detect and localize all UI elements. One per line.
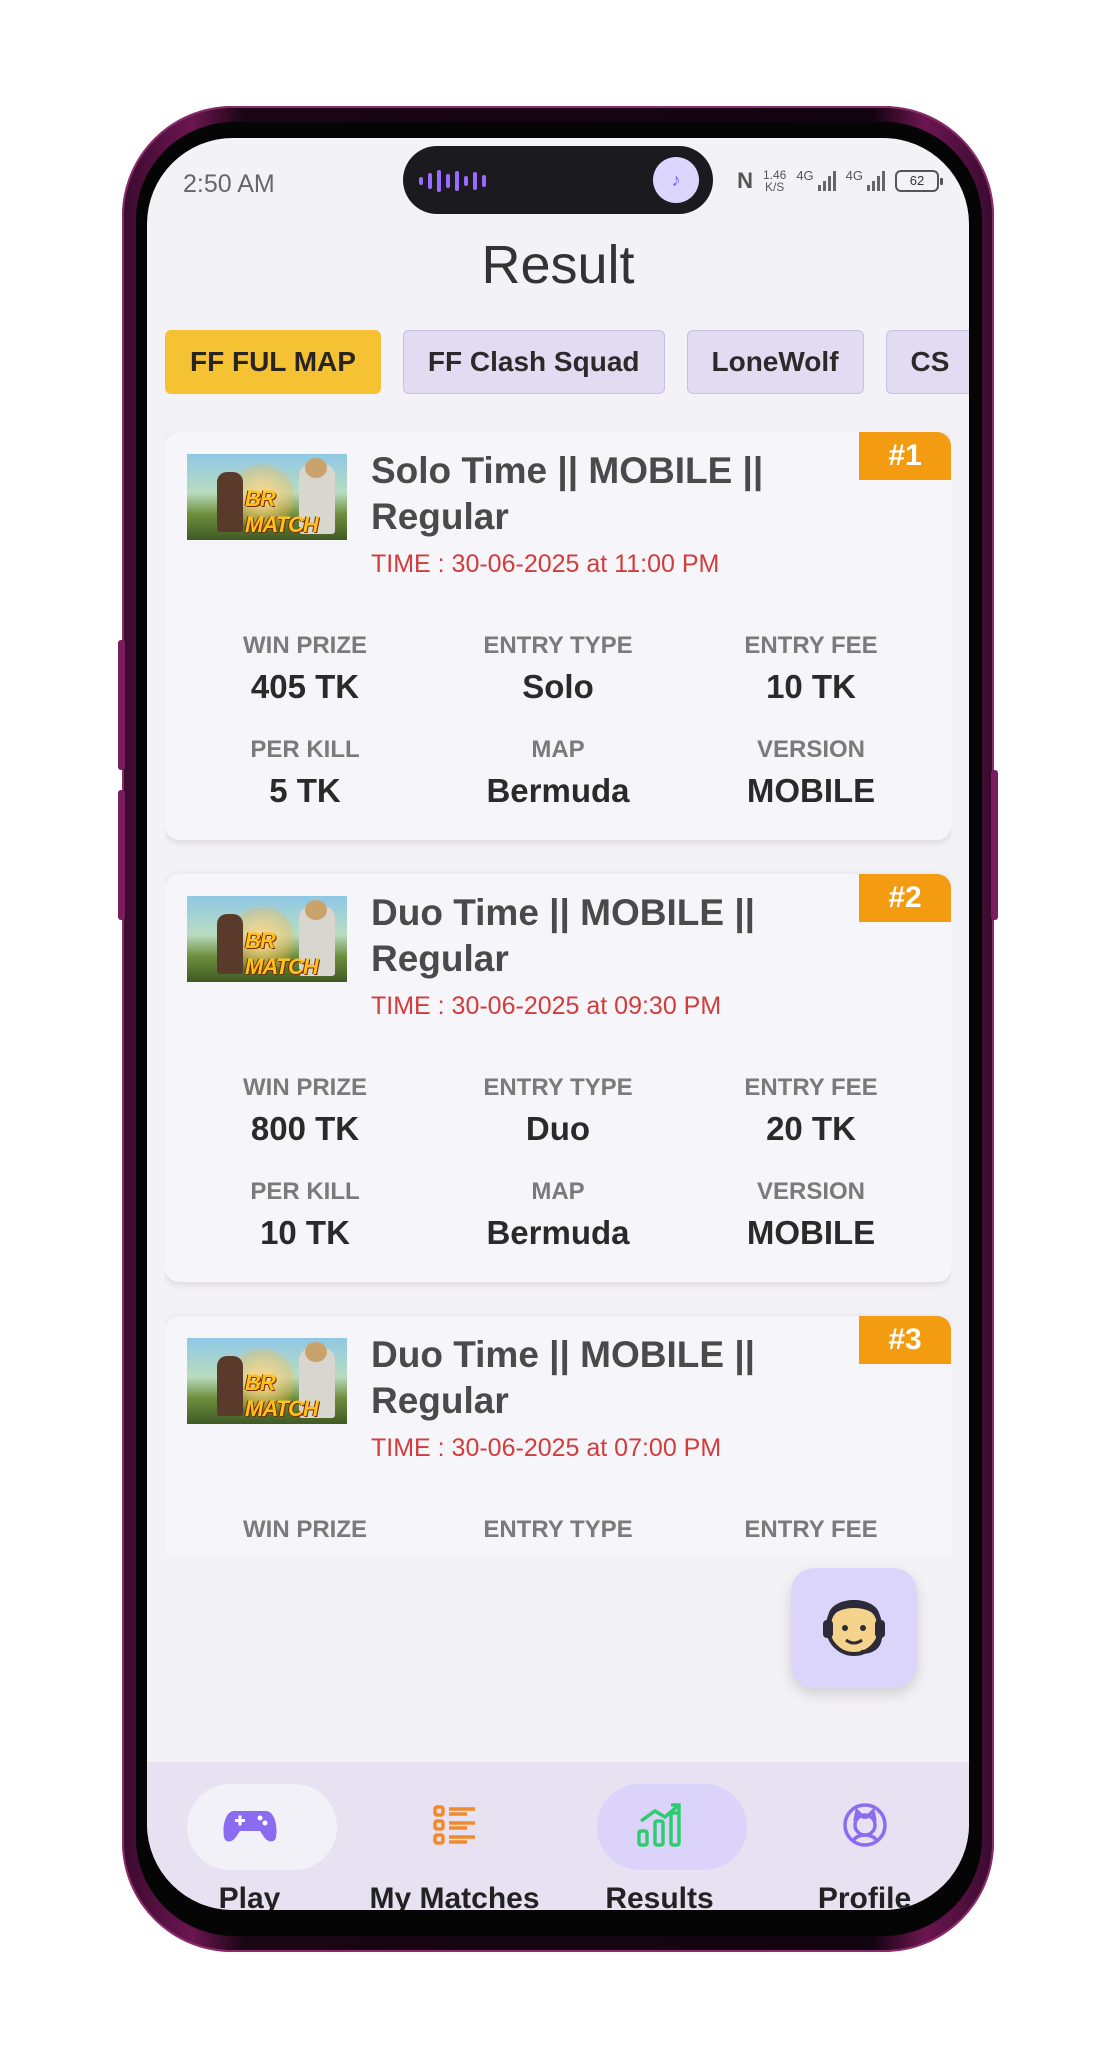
stat-label: ENTRY TYPE — [483, 1516, 633, 1543]
battery-icon: 62 — [895, 170, 943, 192]
network-type-label: 4G — [845, 168, 863, 183]
stat-label: ENTRY FEE — [744, 632, 878, 659]
stat-label: ENTRY TYPE — [483, 1074, 633, 1101]
stat-label: VERSION — [756, 1178, 866, 1205]
match-time: TIME : 30-06-2025 at 09:30 PM — [371, 992, 722, 1020]
stat-value: 20 TK — [766, 1110, 856, 1147]
nav-label: Results — [605, 1882, 714, 1910]
match-card[interactable]: #2 BR MATCH Duo Time || MOBILE || Regula… — [165, 874, 951, 1282]
stat-value: 10 TK — [766, 668, 856, 705]
network-type-label: 4G — [796, 168, 814, 183]
signal-icon — [817, 171, 836, 191]
nav-label: Play — [218, 1882, 281, 1910]
status-time: 2:50 AM — [183, 170, 275, 198]
stat-value: 405 TK — [250, 668, 360, 705]
nav-profile[interactable]: Profile — [762, 1762, 967, 1910]
match-title: Duo Time || MOBILE || Regular — [371, 1334, 756, 1421]
stat-label: VERSION — [756, 736, 866, 763]
thumbnail-logo: BR MATCH — [245, 928, 319, 979]
results-list[interactable]: #1 BR MATCH Solo Time || MOBILE || Regul… — [165, 432, 951, 1556]
network-speed: 1.46 K/S — [762, 168, 787, 194]
stat-label: PER KILL — [250, 736, 360, 763]
rank-badge: #1 — [859, 432, 951, 480]
tab-lonewolf[interactable]: LoneWolf — [686, 330, 864, 394]
thumbnail-logo: BR MATCH — [245, 1370, 319, 1421]
category-tabs: FF FUL MAP FF Clash Squad LoneWolf CS — [165, 330, 969, 394]
bottom-navigation: Play My Matches Results Profile — [147, 1762, 969, 1910]
stat-label: MAP — [531, 736, 585, 763]
rank-badge: #2 — [859, 874, 951, 922]
stat-value: 10 TK — [260, 1214, 350, 1251]
support-agent-icon — [823, 1600, 885, 1656]
stat-value: Solo — [522, 668, 594, 705]
stat-label: ENTRY TYPE — [483, 632, 633, 659]
match-thumbnail: BR MATCH — [187, 1338, 347, 1424]
page-title: Result — [481, 235, 635, 295]
chart-icon — [557, 1800, 762, 1850]
rank-badge: #3 — [859, 1316, 951, 1364]
stat-value: Bermuda — [486, 772, 630, 809]
thumbnail-logo: BR MATCH — [245, 486, 319, 537]
stat-value: MOBILE — [746, 772, 876, 809]
nfc-icon: N — [737, 168, 753, 193]
dynamic-island[interactable]: ♪ — [403, 146, 713, 214]
match-title: Duo Time || MOBILE || Regular — [371, 892, 756, 979]
power-button — [991, 770, 998, 920]
match-card[interactable]: #1 BR MATCH Solo Time || MOBILE || Regul… — [165, 432, 951, 840]
nav-label: My Matches — [369, 1882, 540, 1910]
audio-wave-icon — [419, 170, 486, 192]
stat-label: ENTRY FEE — [744, 1516, 878, 1543]
nav-play[interactable]: Play — [147, 1762, 352, 1910]
support-button[interactable] — [791, 1568, 917, 1688]
gamepad-icon — [147, 1800, 352, 1850]
status-icons: N 1.46 K/S 4G 4G 62 — [737, 168, 943, 194]
match-title: Solo Time || MOBILE || Regular — [371, 450, 764, 537]
tab-ff-clash-squad[interactable]: FF Clash Squad — [402, 330, 665, 394]
stat-label: PER KILL — [250, 1178, 360, 1205]
stat-label: ENTRY FEE — [744, 1074, 878, 1101]
stat-value: Bermuda — [486, 1214, 630, 1251]
stat-label: WIN PRIZE — [243, 1074, 367, 1101]
stat-label: WIN PRIZE — [243, 632, 367, 659]
match-card[interactable]: #3 BR MATCH Duo Time || MOBILE || Regula… — [165, 1316, 951, 1556]
stat-value: 800 TK — [250, 1110, 360, 1147]
stat-label: WIN PRIZE — [243, 1516, 367, 1543]
match-thumbnail: BR MATCH — [187, 896, 347, 982]
match-time: TIME : 30-06-2025 at 07:00 PM — [371, 1434, 722, 1462]
music-note-icon[interactable]: ♪ — [653, 157, 699, 203]
nav-results[interactable]: Results — [557, 1762, 762, 1910]
tab-cs[interactable]: CS — [885, 330, 969, 394]
match-time: TIME : 30-06-2025 at 11:00 PM — [371, 550, 720, 578]
stat-label: MAP — [531, 1178, 585, 1205]
volume-button — [118, 640, 125, 770]
signal-icon — [867, 171, 885, 191]
stat-value: 5 TK — [269, 772, 341, 809]
volume-button — [118, 790, 125, 920]
nav-my-matches[interactable]: My Matches — [352, 1762, 557, 1910]
nav-label: Profile — [817, 1882, 912, 1910]
avatar-icon — [762, 1800, 967, 1850]
tab-ff-ful-map[interactable]: FF FUL MAP — [165, 330, 381, 394]
stat-value: MOBILE — [746, 1214, 876, 1251]
match-thumbnail: BR MATCH — [187, 454, 347, 540]
list-icon — [352, 1800, 557, 1850]
app-screen: 2:50 AM ♪ N 1.46 K/S 4G 4G 62 Result FF … — [147, 138, 969, 1910]
stat-value: Duo — [525, 1110, 591, 1147]
